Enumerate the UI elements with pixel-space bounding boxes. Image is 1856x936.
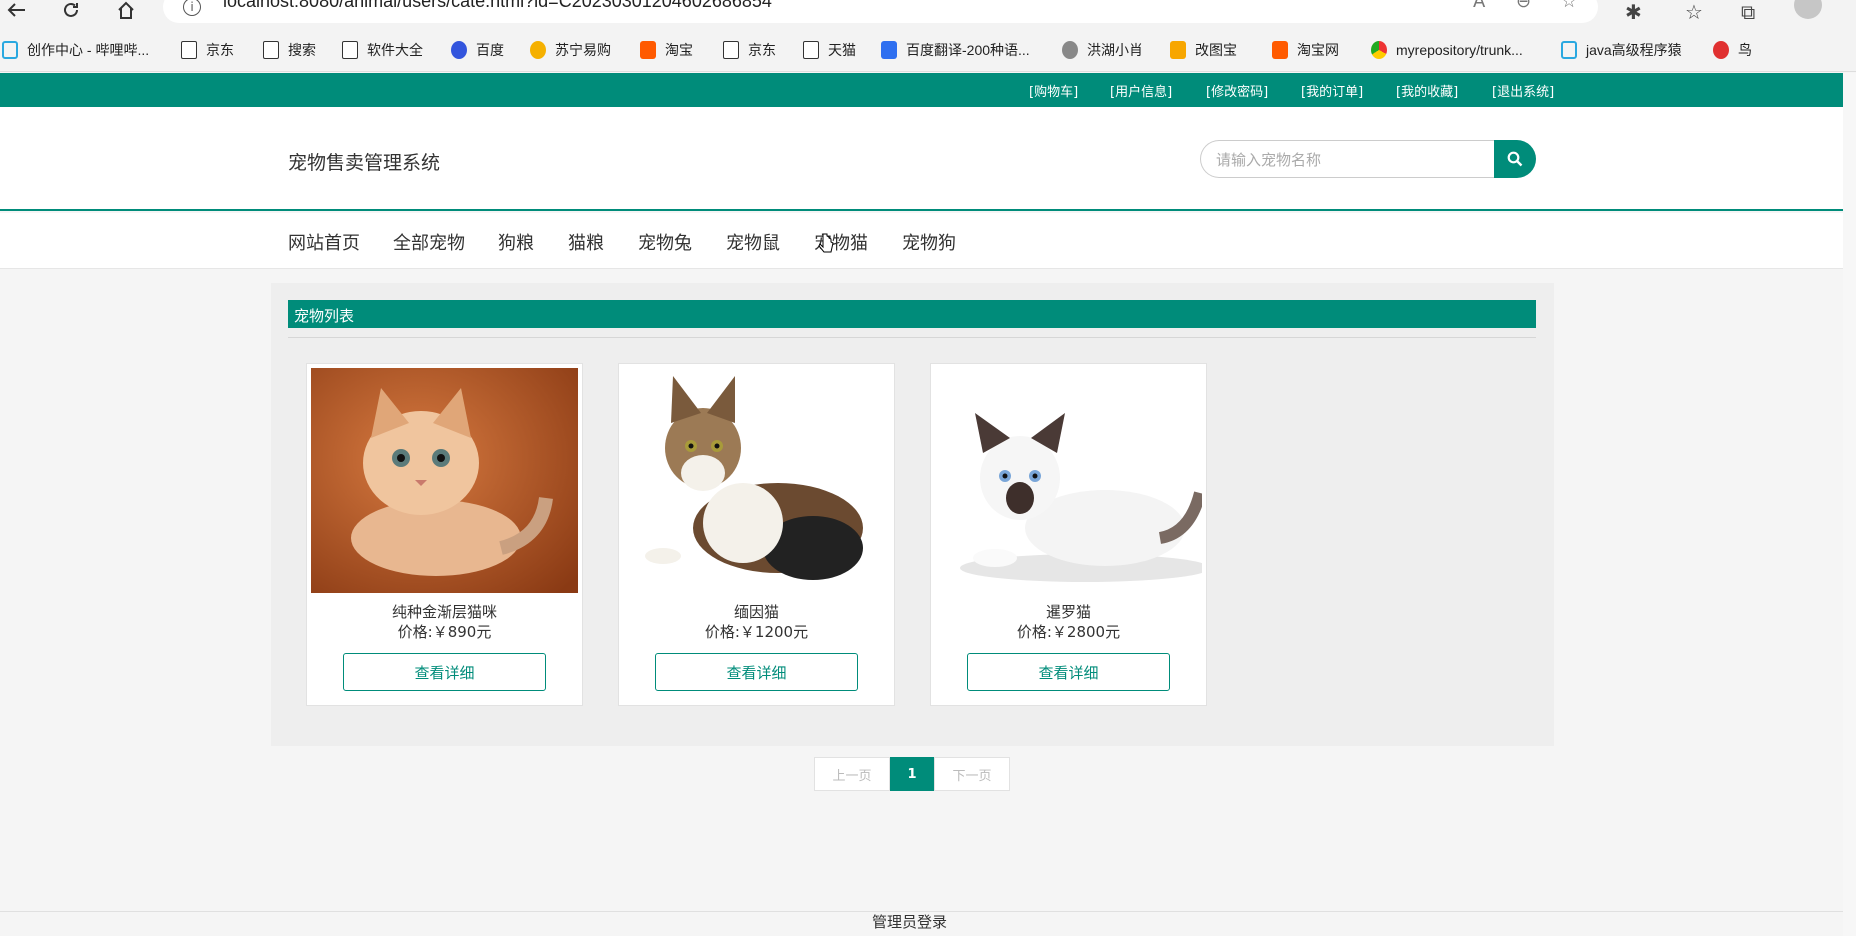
section-title: 宠物列表 — [294, 307, 355, 325]
bookmark-item[interactable]: 京东 — [723, 40, 776, 60]
product-price: 价格:￥890元 — [397, 623, 492, 641]
product-image[interactable] — [623, 368, 890, 593]
bookmark-item[interactable]: 百度翻译-200种语... — [881, 40, 1030, 60]
taobao-icon — [1272, 41, 1288, 59]
site-title: 宠物售卖管理系统 — [288, 152, 441, 174]
product-name: 暹罗猫 — [1045, 603, 1091, 621]
address-bar[interactable]: i localhost:8080/animal/users/cate.html?… — [163, 0, 1598, 23]
nav-item-cat-food[interactable]: 猫粮 — [568, 229, 604, 255]
logout-link[interactable]: [退出系统] — [1492, 81, 1554, 100]
site-header: 宠物售卖管理系统 — [0, 107, 1843, 211]
chrome-icon — [1371, 41, 1387, 59]
address-url[interactable]: localhost:8080/animal/users/cate.html?id… — [223, 0, 772, 11]
page-icon — [342, 41, 358, 59]
view-detail-button[interactable]: 查看详细 — [655, 653, 858, 691]
bookmark-item[interactable]: 创作中心 - 哔哩哔... — [2, 40, 149, 60]
extensions-icon[interactable]: ✱ — [1625, 0, 1642, 24]
product-price: 价格:￥1200元 — [704, 623, 809, 641]
read-aloud-icon[interactable]: A — [1473, 0, 1485, 12]
bookmark-item[interactable]: 天猫 — [803, 40, 856, 60]
user-info-link[interactable]: [用户信息] — [1110, 81, 1172, 100]
search-icon — [1507, 151, 1523, 167]
divider — [288, 337, 1536, 338]
bilibili-icon — [1561, 41, 1577, 59]
favorites-icon[interactable]: ☆ — [1685, 0, 1703, 24]
my-orders-link[interactable]: [我的订单] — [1301, 81, 1363, 100]
product-name: 缅因猫 — [733, 603, 779, 621]
collections-icon[interactable]: ⧉ — [1741, 0, 1755, 24]
product-price: 价格:￥2800元 — [1016, 623, 1121, 641]
page-icon — [803, 41, 819, 59]
product-card: 纯种金渐层猫咪 价格:￥890元 查看详细 — [306, 363, 583, 706]
site-info-icon[interactable]: i — [183, 0, 201, 16]
bookmarks-bar: 创作中心 - 哔哩哔... 京东 搜索 软件大全 百度 苏宁易购 淘宝 京东 天… — [0, 27, 1856, 72]
refresh-icon[interactable] — [60, 0, 82, 20]
nav-item-mouse[interactable]: 宠物鼠 — [726, 229, 780, 255]
bookmark-item[interactable]: 淘宝网 — [1272, 40, 1339, 60]
product-card: 暹罗猫 价格:￥2800元 查看详细 — [930, 363, 1207, 706]
zoom-out-icon[interactable]: ⊖ — [1516, 0, 1531, 12]
search-input[interactable] — [1216, 149, 1476, 171]
pagination: 上一页 1 下一页 — [814, 757, 1010, 791]
bookmark-item[interactable]: 百度 — [451, 40, 504, 60]
favorite-add-icon[interactable]: ☆ — [1561, 0, 1577, 12]
baidu-translate-icon — [881, 41, 897, 59]
bookmark-item[interactable]: 鸟 — [1713, 40, 1752, 60]
scrollbar-track[interactable] — [1843, 73, 1856, 936]
bookmark-item[interactable]: 软件大全 — [342, 40, 423, 60]
search-field[interactable] — [1200, 140, 1494, 178]
suning-icon — [530, 41, 546, 59]
page-icon — [263, 41, 279, 59]
gaitubao-icon — [1170, 41, 1186, 59]
category-nav: 网站首页 全部宠物 狗粮 猫粮 宠物兔 宠物鼠 宠物猫 宠物狗 — [0, 213, 1843, 269]
section-header: 宠物列表 — [288, 300, 1536, 328]
product-image[interactable] — [311, 368, 578, 593]
page-icon — [723, 41, 739, 59]
product-image[interactable] — [935, 368, 1202, 593]
bookmark-item[interactable]: java高级程序猿 — [1561, 40, 1682, 60]
change-password-link[interactable]: [修改密码] — [1206, 81, 1268, 100]
my-favorites-link[interactable]: [我的收藏] — [1396, 81, 1458, 100]
cart-link[interactable]: [购物车] — [1029, 81, 1078, 100]
bookmark-item[interactable]: myrepository/trunk... — [1371, 40, 1523, 60]
browser-toolbar: i localhost:8080/animal/users/cate.html?… — [0, 0, 1856, 27]
back-icon[interactable] — [6, 0, 28, 20]
bookmark-item[interactable]: 苏宁易购 — [530, 40, 611, 60]
nav-item-all-pets[interactable]: 全部宠物 — [393, 229, 465, 255]
admin-login-link[interactable]: 管理员登录 — [872, 911, 947, 932]
search-button[interactable] — [1494, 140, 1536, 178]
mouse-cursor-icon — [818, 233, 834, 257]
nav-item-home[interactable]: 网站首页 — [288, 229, 360, 255]
view-detail-button[interactable]: 查看详细 — [967, 653, 1170, 691]
page-number-current[interactable]: 1 — [890, 757, 934, 791]
bookmark-item[interactable]: 搜索 — [263, 40, 316, 60]
product-card: 缅因猫 价格:￥1200元 查看详细 — [618, 363, 895, 706]
taobao-icon — [640, 41, 656, 59]
next-page-button[interactable]: 下一页 — [934, 757, 1010, 791]
prev-page-button[interactable]: 上一页 — [814, 757, 890, 791]
nav-item-rabbit[interactable]: 宠物兔 — [638, 229, 692, 255]
bookmark-item[interactable]: 京东 — [181, 40, 234, 60]
bird-icon — [1062, 41, 1078, 59]
view-detail-button[interactable]: 查看详细 — [343, 653, 546, 691]
bookmark-item[interactable]: 淘宝 — [640, 40, 693, 60]
product-name: 纯种金渐层猫咪 — [391, 603, 497, 621]
bookmark-item[interactable]: 改图宝 — [1170, 40, 1237, 60]
bird-icon — [1713, 41, 1729, 59]
baidu-icon — [451, 41, 467, 59]
profile-avatar[interactable] — [1794, 0, 1822, 19]
bookmark-item[interactable]: 洪湖小肖 — [1062, 40, 1143, 60]
pet-list-panel: 宠物列表 纯种金渐层猫咪 价格:￥890元 查看详细 缅因猫 价格:￥1200元… — [271, 283, 1554, 746]
home-icon[interactable] — [115, 0, 137, 20]
nav-item-dog-food[interactable]: 狗粮 — [498, 229, 534, 255]
user-topbar: [购物车] [用户信息] [修改密码] [我的订单] [我的收藏] [退出系统] — [0, 73, 1843, 107]
bilibili-icon — [2, 41, 18, 59]
nav-item-dog[interactable]: 宠物狗 — [902, 229, 956, 255]
page-icon — [181, 41, 197, 59]
